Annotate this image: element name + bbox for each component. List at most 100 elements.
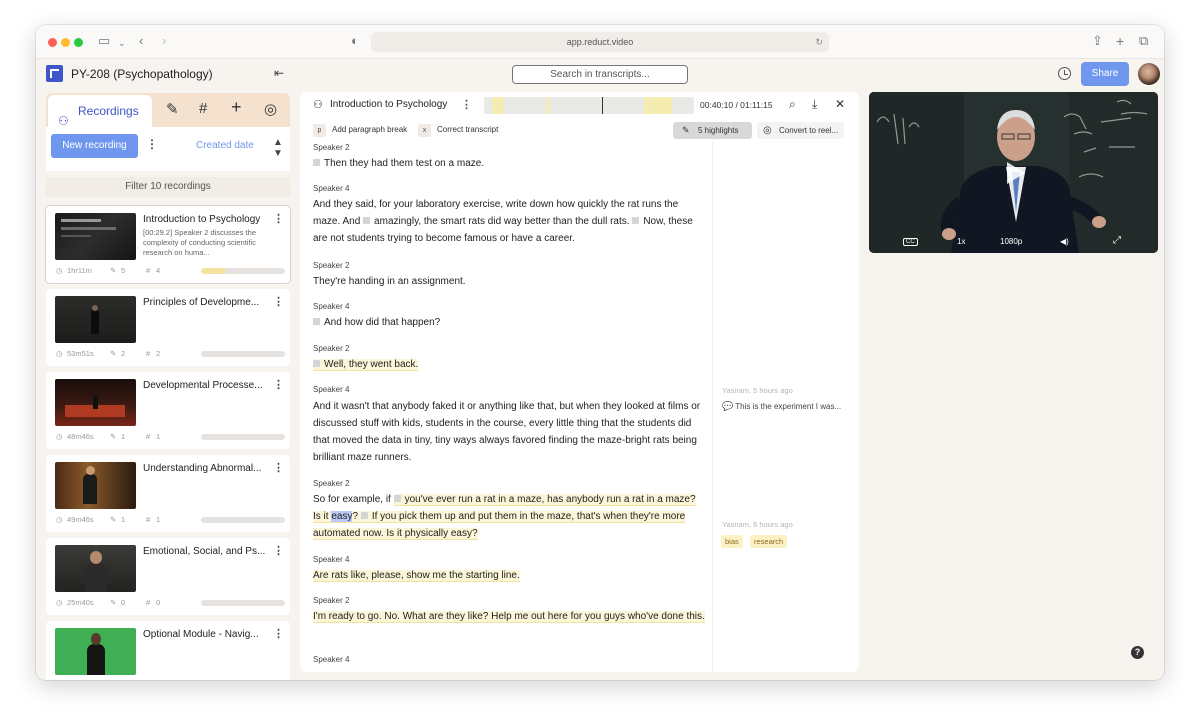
- transcript-paragraph[interactable]: And it wasn't that anybody faked it or a…: [313, 398, 705, 466]
- progress-bar: [201, 517, 285, 523]
- browser-window: ▭ ⌄ ‹ › ◐ app.reduct.video ↻ ⇪ + ⧉ PY-20…: [36, 25, 1164, 680]
- tab-recordings[interactable]: ⚇ Recordings: [48, 95, 152, 128]
- highlight-count-icon: ✎: [110, 266, 117, 275]
- help-button[interactable]: ?: [1131, 646, 1144, 659]
- transcript-header: ⚇ Introduction to Psychology ⋮ 00:40:10 …: [300, 92, 859, 118]
- comments-column: Yasnam, 5 hours ago 💬 This is the experi…: [712, 142, 859, 672]
- search-icon[interactable]: ⌕: [789, 97, 796, 112]
- convert-to-reel-button[interactable]: ◎ Convert to reel...: [757, 122, 844, 139]
- correct-transcript-button[interactable]: x Correct transcript: [418, 122, 498, 138]
- transcript-paragraph[interactable]: So for example, if you've ever run a rat…: [313, 491, 705, 542]
- waveform-timeline[interactable]: [484, 97, 694, 114]
- highlights-button[interactable]: ✎ 5 highlights: [673, 122, 752, 139]
- tag-chip[interactable]: research: [750, 535, 788, 548]
- filter-recordings-button[interactable]: Filter 10 recordings: [46, 177, 290, 197]
- new-recording-button[interactable]: New recording: [51, 134, 138, 158]
- transcript-paragraph[interactable]: They're handing in an assignment.: [313, 273, 705, 290]
- transcript-paragraph[interactable]: Are rats like, please, show me the start…: [313, 567, 705, 584]
- highlight-count: 0: [121, 598, 126, 607]
- recording-menu-icon[interactable]: ⋮: [273, 627, 284, 640]
- add-icon[interactable]: +: [231, 97, 242, 118]
- highlighted-text: Well, they went back.: [324, 359, 419, 370]
- close-window-button[interactable]: [48, 38, 57, 47]
- speaker-label: Speaker 2: [313, 479, 350, 488]
- share-page-icon[interactable]: ⇪: [1092, 33, 1103, 49]
- highlighter-icon[interactable]: ✎: [166, 100, 179, 118]
- collapse-sidebar-icon[interactable]: ⇤: [274, 66, 284, 80]
- reel-icon[interactable]: ◎: [264, 100, 277, 118]
- recording-menu-icon[interactable]: ⋮: [273, 544, 284, 557]
- quality-selector[interactable]: 1080p: [1000, 237, 1022, 246]
- sort-dropdown[interactable]: Created date: [196, 140, 254, 151]
- sort-direction-icon[interactable]: ▲ ▼: [273, 137, 283, 159]
- captions-toggle[interactable]: CC: [903, 238, 918, 246]
- recording-item[interactable]: Optional Module - Navig... ⋮: [46, 621, 290, 680]
- privacy-shield-icon[interactable]: ◐: [351, 33, 359, 49]
- reel-icon: ◎: [763, 125, 772, 136]
- selected-word[interactable]: easy: [331, 511, 353, 522]
- volume-icon[interactable]: ◀): [1060, 237, 1069, 246]
- transcript-search-input[interactable]: Search in transcripts...: [512, 65, 688, 84]
- recording-item[interactable]: Introduction to Psychology [00:29.2] Spe…: [46, 206, 290, 283]
- tag-count-icon: #: [146, 432, 151, 441]
- hashtag-icon[interactable]: #: [199, 100, 207, 117]
- playback-time: 00:40:10 / 01:11:15: [700, 100, 773, 110]
- forward-icon[interactable]: ›: [162, 33, 166, 49]
- tag-chip[interactable]: bias: [721, 535, 743, 548]
- recording-title: Principles of Developme...: [143, 297, 260, 308]
- download-icon[interactable]: ⤓: [812, 97, 817, 112]
- minimize-window-button[interactable]: [61, 38, 70, 47]
- transcript-paragraph[interactable]: Then they had them test on a maze.: [313, 155, 705, 172]
- back-icon[interactable]: ‹: [139, 33, 143, 49]
- recording-item[interactable]: Understanding Abnormal... ⋮ ◷ 49m46s ✎ 1…: [46, 455, 290, 532]
- transcript-menu-icon[interactable]: ⋮: [461, 98, 472, 111]
- transcript-body[interactable]: Speaker 2 Then they had them test on a m…: [300, 142, 712, 672]
- transcript-paragraph[interactable]: And how did that happen?: [313, 314, 705, 331]
- recording-item[interactable]: Developmental Processe... ⋮ ◷ 48m46s ✎ 1…: [46, 372, 290, 449]
- recording-item[interactable]: Emotional, Social, and Ps... ⋮ ◷ 25m40s …: [46, 538, 290, 615]
- history-clock-icon[interactable]: [1058, 67, 1071, 80]
- recording-item[interactable]: Principles of Developme... ⋮ ◷ 53m51s ✎ …: [46, 289, 290, 366]
- sidebar-toggle-icon[interactable]: ▭: [98, 33, 110, 49]
- reduct-logo[interactable]: [46, 65, 63, 82]
- add-paragraph-break-button[interactable]: p Add paragraph break: [313, 122, 407, 138]
- transcript-paragraph[interactable]: Well, they went back.: [313, 356, 705, 373]
- video-player[interactable]: CC 1x 1080p ◀) ⤢: [869, 92, 1158, 253]
- chevron-down-icon[interactable]: ⌄: [118, 35, 126, 51]
- recording-thumbnail: [55, 545, 136, 592]
- recording-thumbnail: [55, 628, 136, 675]
- tab-overview-icon[interactable]: ⧉: [1139, 33, 1148, 49]
- progress-bar: [201, 434, 285, 440]
- duration-icon: ◷: [56, 266, 63, 275]
- duration-icon: ◷: [56, 349, 63, 358]
- recording-menu-icon[interactable]: ⋮: [273, 378, 284, 391]
- playhead[interactable]: [602, 97, 603, 114]
- speaker-label: Speaker 2: [313, 261, 350, 270]
- transcript-paragraph[interactable]: And they said, for your laboratory exerc…: [313, 196, 705, 247]
- zoom-window-button[interactable]: [74, 38, 83, 47]
- progress-bar: [201, 268, 285, 274]
- tag-count-icon: #: [146, 349, 151, 358]
- transcript-paragraph[interactable]: I'm ready to go. No. What are they like?…: [313, 608, 705, 625]
- people-icon: ⚇: [313, 99, 323, 111]
- reload-icon[interactable]: ↻: [815, 32, 823, 52]
- progress-bar: [201, 351, 285, 357]
- comment[interactable]: 💬 This is the experiment I was...: [722, 401, 841, 412]
- recording-menu-icon[interactable]: ⋮: [273, 212, 284, 225]
- recording-thumbnail: [55, 213, 136, 260]
- recording-menu-icon[interactable]: ⋮: [273, 295, 284, 308]
- playback-speed[interactable]: 1x: [957, 237, 965, 246]
- highlight-count: 2: [121, 349, 126, 358]
- share-button[interactable]: Share: [1081, 62, 1129, 86]
- more-options-icon[interactable]: ⋮: [146, 137, 158, 151]
- url-bar[interactable]: app.reduct.video ↻: [371, 32, 829, 52]
- speaker-label: Speaker 4: [313, 555, 350, 564]
- close-icon[interactable]: ✕: [835, 97, 845, 111]
- highlight-marker: [492, 97, 504, 114]
- new-tab-icon[interactable]: +: [1116, 33, 1124, 49]
- user-avatar[interactable]: [1138, 63, 1160, 85]
- fullscreen-icon[interactable]: ⤢: [1113, 235, 1121, 246]
- highlighted-text: I'm ready to go. No. What are they like?…: [313, 611, 705, 623]
- recording-menu-icon[interactable]: ⋮: [273, 461, 284, 474]
- recording-duration: 48m46s: [67, 432, 94, 441]
